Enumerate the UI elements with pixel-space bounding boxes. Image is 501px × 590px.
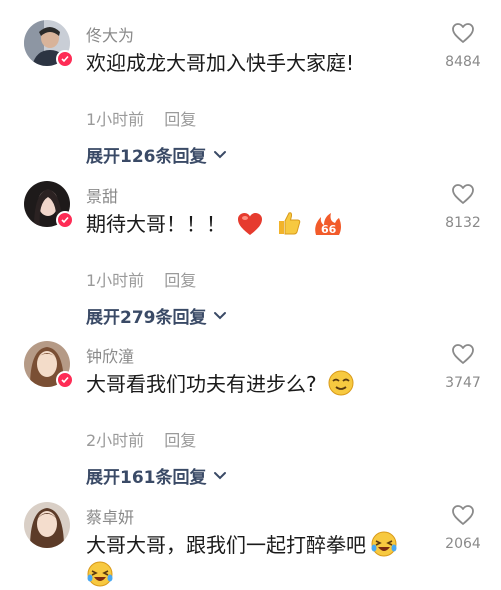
like-button[interactable]: 8484: [440, 22, 486, 70]
comment-time: 2小时前: [86, 431, 145, 450]
laughing-tears-emoji-icon: [87, 561, 113, 587]
comment-text-content: 大哥大哥，跟我们一起打醉拳吧: [86, 533, 366, 557]
svg-text:66: 66: [321, 223, 337, 236]
expand-replies-label: 展开126条回复: [86, 147, 207, 167]
verified-badge-icon: [56, 211, 74, 229]
expand-replies-label: 展开161条回复: [86, 468, 207, 488]
comment-meta: 1小时前 回复: [86, 267, 196, 291]
fire-six-emoji-icon: 66: [315, 213, 342, 236]
expand-replies-button[interactable]: 展开126条回复: [86, 142, 227, 167]
expand-replies-button[interactable]: 展开279条回复: [86, 303, 227, 328]
comment-item: 景甜 期待大哥！！！ 66 1小时前 回复 展开279条回复 8132: [0, 181, 501, 331]
comment-text: 大哥看我们功夫有进步么?: [86, 369, 426, 399]
like-button[interactable]: 2064: [440, 504, 486, 552]
comment-text: 大哥大哥，跟我们一起打醉拳吧: [86, 530, 426, 590]
reply-button[interactable]: 回复: [164, 110, 196, 129]
smug-face-emoji-icon: [328, 370, 354, 396]
comment-username[interactable]: 钟欣潼: [86, 343, 134, 367]
comment-text-content: 大哥看我们功夫有进步么?: [86, 372, 317, 396]
heart-outline-icon: [452, 344, 474, 364]
comment-item: 蔡卓妍 大哥大哥，跟我们一起打醉拳吧 2064: [0, 502, 501, 587]
like-button[interactable]: 8132: [440, 183, 486, 231]
expand-replies-button[interactable]: 展开161条回复: [86, 463, 227, 488]
heart-outline-icon: [452, 184, 474, 204]
comment-meta: 2小时前 回复: [86, 427, 196, 451]
like-count: 2064: [445, 536, 481, 552]
like-count: 3747: [445, 375, 481, 391]
expand-replies-label: 展开279条回复: [86, 308, 207, 328]
thumbs-up-emoji-icon: [278, 212, 300, 235]
verified-badge-icon: [56, 50, 74, 68]
laughing-tears-emoji-icon: [371, 531, 397, 557]
chevron-down-icon: [213, 471, 226, 479]
avatar[interactable]: [24, 502, 70, 548]
reply-button[interactable]: 回复: [164, 431, 196, 450]
comment-text: 欢迎成龙大哥加入快手大家庭!: [86, 51, 355, 75]
chevron-down-icon: [213, 150, 226, 158]
comment-text: 期待大哥！！！ 66: [86, 209, 426, 239]
like-button[interactable]: 3747: [440, 343, 486, 391]
comment-item: 钟欣潼 大哥看我们功夫有进步么? 2小时前 回复 展开161条回复 3747: [0, 341, 501, 491]
reply-button[interactable]: 回复: [164, 271, 196, 290]
comment-text-content: 期待大哥！！！: [86, 212, 226, 236]
comment-username[interactable]: 景甜: [86, 183, 118, 207]
comment-meta: 1小时前 回复: [86, 106, 196, 130]
like-count: 8484: [445, 54, 481, 70]
avatar[interactable]: [24, 341, 74, 389]
comment-time: 1小时前: [86, 110, 145, 129]
heart-emoji-icon: [238, 213, 263, 235]
avatar[interactable]: [24, 20, 74, 68]
chevron-down-icon: [213, 311, 226, 319]
verified-badge-icon: [56, 371, 74, 389]
heart-outline-icon: [452, 23, 474, 43]
heart-outline-icon: [452, 505, 474, 525]
comment-item: 佟大为 欢迎成龙大哥加入快手大家庭! 1小时前 回复 展开126条回复 8484: [0, 20, 501, 170]
like-count: 8132: [445, 215, 481, 231]
comment-username[interactable]: 蔡卓妍: [86, 504, 134, 528]
comment-username[interactable]: 佟大为: [86, 22, 134, 46]
comment-time: 1小时前: [86, 271, 145, 290]
avatar[interactable]: [24, 181, 74, 229]
